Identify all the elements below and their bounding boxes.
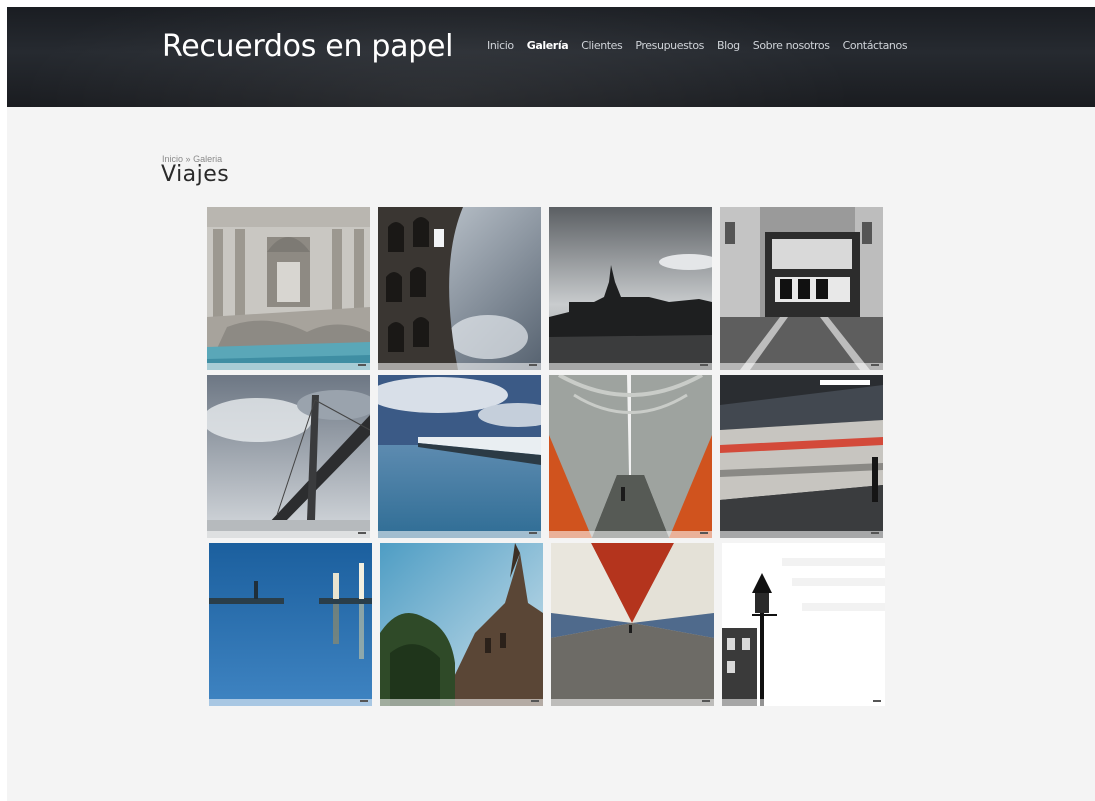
nav-item-presupuestos[interactable]: Presupuestos xyxy=(635,39,704,52)
nav-item-contactanos[interactable]: Contáctanos xyxy=(843,39,908,52)
gallery-thumbnail-train-blur[interactable] xyxy=(720,375,883,538)
nav-item-galeria[interactable]: Galería xyxy=(527,39,569,52)
window-top-edge xyxy=(0,0,1095,7)
train-blur-photo xyxy=(720,375,883,538)
photo-credit-strip xyxy=(207,363,370,370)
gallery-thumbnail-fountain[interactable] xyxy=(207,207,370,370)
nav-item-blog[interactable]: Blog xyxy=(717,39,740,52)
nav-item-sobre-nosotros[interactable]: Sobre nosotros xyxy=(753,39,830,52)
photo-credit-strip xyxy=(378,531,541,538)
harbor-photo xyxy=(209,543,372,706)
pier-photo xyxy=(378,375,541,538)
fountain-photo xyxy=(207,207,370,370)
gallery-thumbnail-tram[interactable] xyxy=(720,207,883,370)
gallery-thumbnail-pier[interactable] xyxy=(378,375,541,538)
photo-credit-strip xyxy=(720,531,883,538)
walkway-tunnel-photo xyxy=(551,543,714,706)
nav-item-inicio[interactable]: Inicio xyxy=(487,39,514,52)
photo-credit-strip xyxy=(207,531,370,538)
photo-credit-strip xyxy=(378,363,541,370)
gothic-tower-photo xyxy=(380,543,543,706)
page-title: Viajes xyxy=(161,162,230,187)
photo-credit-strip xyxy=(720,363,883,370)
gallery-thumbnail-walkway-tunnel[interactable] xyxy=(551,543,714,706)
gallery-thumbnail-bridge[interactable] xyxy=(207,375,370,538)
nav-item-clientes[interactable]: Clientes xyxy=(581,39,623,52)
gallery-thumbnail-street-lamp[interactable] xyxy=(722,543,885,706)
bridge-photo xyxy=(207,375,370,538)
tram-photo xyxy=(720,207,883,370)
gallery-thumbnail-colosseum[interactable] xyxy=(378,207,541,370)
photo-credit-strip xyxy=(549,363,712,370)
page: Recuerdos en papel Inicio Galería Client… xyxy=(7,7,1095,801)
colosseum-photo xyxy=(378,207,541,370)
gallery-thumbnail-palace[interactable] xyxy=(549,207,712,370)
photo-credit-strip xyxy=(549,531,712,538)
metro-tunnel-photo xyxy=(549,375,712,538)
palace-photo xyxy=(549,207,712,370)
main-nav: Inicio Galería Clientes Presupuestos Blo… xyxy=(487,39,920,52)
gallery-thumbnail-metro-tunnel[interactable] xyxy=(549,375,712,538)
site-logo[interactable]: Recuerdos en papel xyxy=(162,29,453,64)
photo-credit-strip xyxy=(722,699,885,706)
gallery-thumbnail-harbor[interactable] xyxy=(209,543,372,706)
photo-credit-strip xyxy=(551,699,714,706)
photo-credit-strip xyxy=(209,699,372,706)
site-header: Recuerdos en papel Inicio Galería Client… xyxy=(7,7,1095,107)
photo-credit-strip xyxy=(380,699,543,706)
gallery-thumbnail-gothic-tower[interactable] xyxy=(380,543,543,706)
street-lamp-photo xyxy=(722,543,885,706)
